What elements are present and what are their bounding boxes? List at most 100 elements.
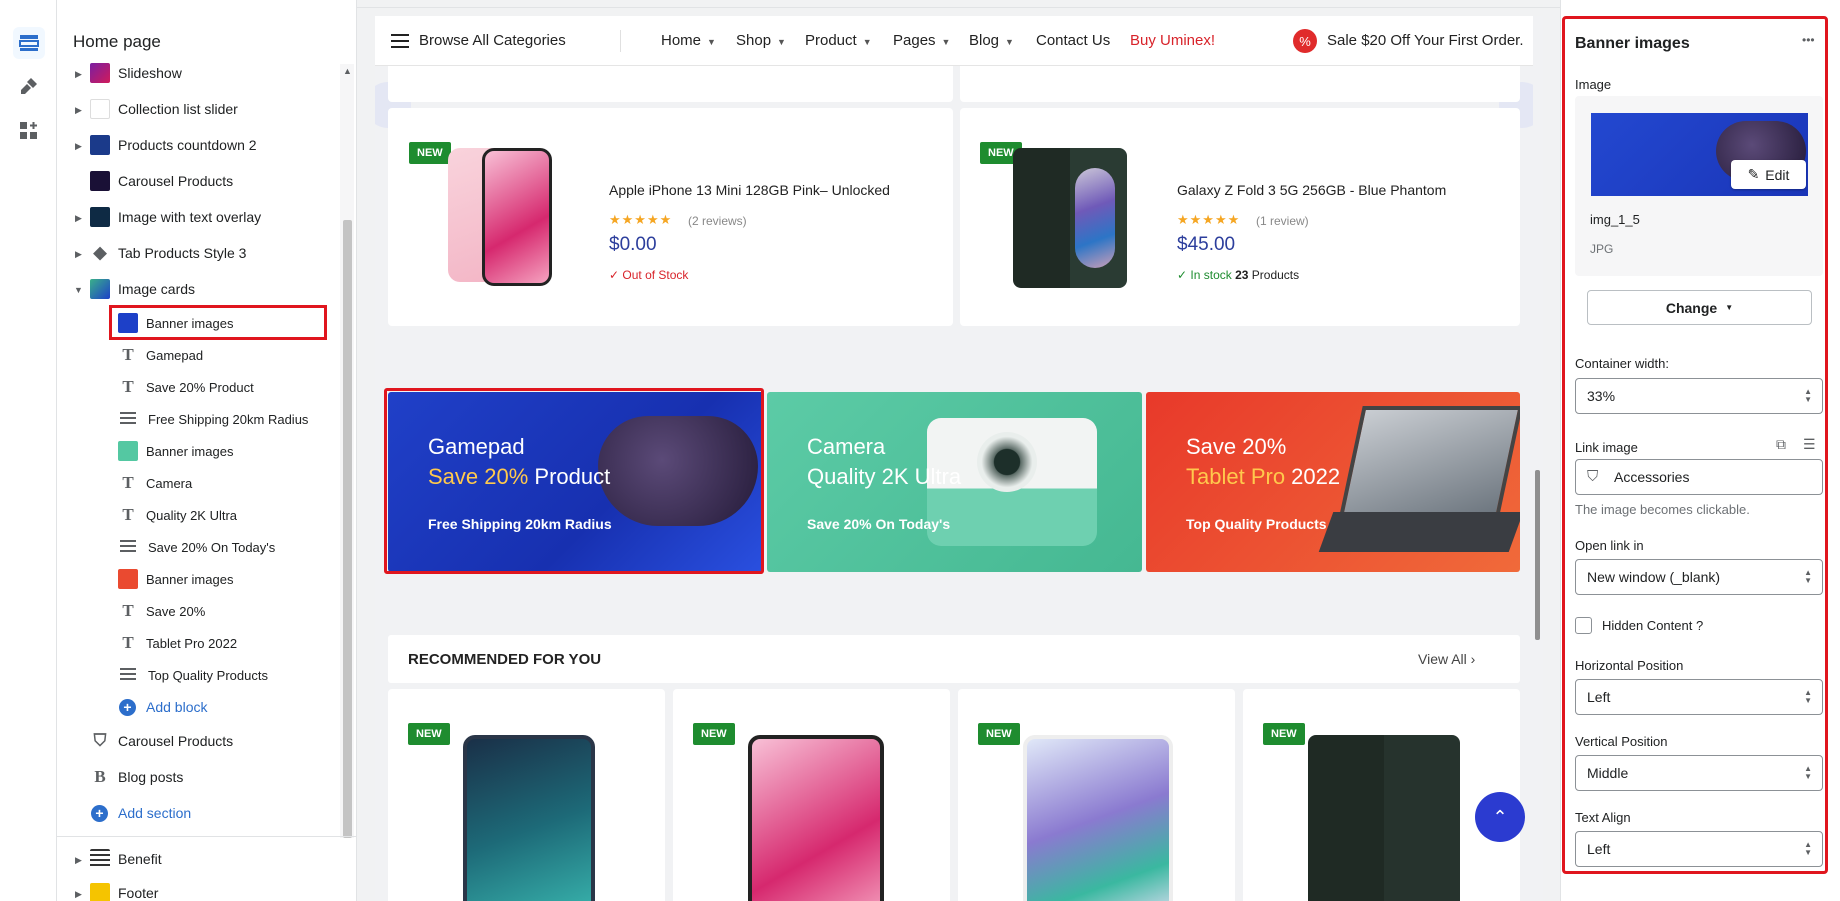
browse-categories-link[interactable]: Browse All Categories — [419, 32, 566, 49]
block-banner-images-3[interactable]: Banner images — [118, 565, 233, 593]
container-width-select[interactable]: 33% ▲ ▼ — [1575, 378, 1823, 414]
product-price: $0.00 — [609, 234, 657, 255]
product-card[interactable]: NEW — [958, 689, 1235, 901]
product-card[interactable]: NEW Galaxy Z Fold 3 5G 256GB - Blue Phan… — [960, 108, 1520, 326]
stock-suffix: Products — [1248, 268, 1300, 282]
product-title[interactable]: Apple iPhone 13 Mini 128GB Pink– Unlocke… — [609, 182, 890, 198]
block-label: Quality 2K Ultra — [146, 507, 238, 523]
section-carousel-products-2[interactable]: ⛉ Carousel Products — [90, 727, 234, 755]
nav-home[interactable]: Home ▼ — [661, 32, 716, 49]
banner-tablet[interactable]: Save 20% Tablet Pro 2022 Top Quality Pro… — [1146, 392, 1520, 572]
text-align-select[interactable]: Left ▲ ▼ — [1575, 831, 1823, 867]
collapse-caret-icon[interactable]: ▼ — [74, 285, 83, 295]
page-title: Home page — [73, 32, 161, 51]
product-card[interactable]: NEW Apple iPhone 13 Mini 128GB Pink– Unl… — [388, 108, 953, 326]
file-type: JPG — [1590, 242, 1614, 256]
block-paragraph-save-today[interactable]: Save 20% On Today's — [118, 533, 275, 561]
link-image-label: Link image — [1575, 440, 1638, 455]
plus-circle-icon: + — [119, 698, 136, 716]
nav-buy-uminex[interactable]: Buy Uminex! — [1130, 32, 1215, 49]
selected-banner-highlight — [384, 388, 764, 574]
chevron-down-icon: ▼ — [862, 37, 872, 47]
preview-scrollbar[interactable] — [1533, 16, 1543, 901]
change-image-button[interactable]: Change ▼ — [1587, 290, 1812, 325]
more-actions-icon[interactable]: ••• — [1802, 33, 1815, 47]
block-text-gamepad[interactable]: T Gamepad — [118, 341, 203, 369]
banner-title: Camera — [807, 434, 886, 459]
expand-caret-icon[interactable]: ▶ — [75, 141, 82, 152]
section-benefit[interactable]: Benefit — [90, 845, 162, 873]
nav-shop[interactable]: Shop ▼ — [736, 32, 786, 49]
banner-camera[interactable]: Camera Quality 2K Ultra Save 20% On Toda… — [767, 392, 1142, 572]
add-block-button[interactable]: + Add block — [119, 693, 207, 721]
block-banner-images-2[interactable]: Banner images — [118, 437, 233, 465]
nav-product[interactable]: Product ▼ — [805, 32, 872, 49]
hamburger-icon[interactable] — [391, 34, 409, 52]
nav-contact[interactable]: Contact Us — [1036, 32, 1110, 49]
text-align-label: Text Align — [1575, 810, 1631, 825]
nav-home-label: Home — [661, 32, 702, 49]
block-paragraph-top-quality[interactable]: Top Quality Products — [118, 661, 268, 689]
block-text-quality[interactable]: T Quality 2K Ultra — [118, 501, 237, 529]
nav-shop-label: Shop — [736, 32, 772, 49]
sale-text[interactable]: Sale $20 Off Your First Order. — [1327, 32, 1524, 49]
expand-caret-icon[interactable]: ▶ — [75, 249, 82, 260]
galaxy-fold-wallpaper — [1075, 168, 1115, 268]
scroll-up-icon[interactable]: ▲ — [343, 66, 352, 76]
block-text-save-product[interactable]: T Save 20% Product — [118, 373, 253, 401]
block-text-tablet[interactable]: T Tablet Pro 2022 — [118, 629, 237, 657]
product-card[interactable]: NEW — [1243, 689, 1520, 901]
expand-caret-icon[interactable]: ▶ — [75, 889, 82, 900]
sections-icon[interactable] — [13, 27, 45, 59]
block-text-camera[interactable]: T Camera — [118, 469, 192, 497]
section-footer[interactable]: Footer — [90, 879, 158, 901]
block-text-save-20[interactable]: T Save 20% — [118, 597, 205, 625]
block-label: Save 20% On Today's — [148, 539, 276, 555]
section-carousel-products[interactable]: Carousel Products — [90, 167, 233, 195]
section-label: Footer — [118, 885, 159, 901]
stock-count: 23 — [1235, 268, 1249, 282]
block-label: Save 20% — [146, 603, 206, 619]
text-icon: T — [122, 377, 134, 396]
vertical-position-select[interactable]: Middle ▲ ▼ — [1575, 755, 1823, 791]
nav-pages[interactable]: Pages ▼ — [893, 32, 950, 49]
preview-scrollbar-thumb[interactable] — [1535, 470, 1540, 640]
section-tab-products[interactable]: ◆ Tab Products Style 3 — [90, 239, 246, 267]
nav-pages-label: Pages — [893, 32, 936, 49]
expand-caret-icon[interactable]: ▶ — [75, 69, 82, 80]
edit-image-button[interactable]: ✎ Edit — [1731, 160, 1806, 189]
product-card[interactable]: NEW — [388, 689, 665, 901]
dynamic-source-icon[interactable]: ☰ — [1803, 436, 1816, 453]
expand-caret-icon[interactable]: ▶ — [75, 213, 82, 224]
block-paragraph-free-shipping[interactable]: Free Shipping 20km Radius — [118, 405, 308, 433]
section-image-cards[interactable]: Image cards — [90, 275, 195, 303]
nav-blog[interactable]: Blog ▼ — [969, 32, 1014, 49]
product-title[interactable]: Galaxy Z Fold 3 5G 256GB - Blue Phantom — [1177, 182, 1446, 198]
section-slideshow[interactable]: Slideshow — [90, 59, 182, 87]
horizontal-position-select[interactable]: Left ▲ ▼ — [1575, 679, 1823, 715]
section-label: Tab Products Style 3 — [118, 245, 247, 261]
apps-icon[interactable] — [13, 115, 45, 147]
hidden-content-checkbox[interactable] — [1575, 617, 1592, 634]
text-icon: T — [122, 633, 134, 652]
rating-stars: ★★★★★ — [1177, 212, 1241, 227]
open-link-select[interactable]: New window (_blank) ▲ ▼ — [1575, 559, 1823, 595]
view-all-link[interactable]: View All › — [1418, 651, 1475, 667]
open-link-label: Open link in — [1575, 538, 1644, 553]
section-collection-list-slider[interactable]: Collection list slider — [90, 95, 238, 123]
add-section-button[interactable]: + Add section — [91, 799, 191, 827]
sidebar-scrollbar-thumb[interactable] — [343, 220, 352, 838]
product-card[interactable]: NEW — [673, 689, 950, 901]
external-link-icon[interactable]: ⧉ — [1776, 436, 1786, 453]
section-thumbnail — [90, 207, 110, 227]
expand-caret-icon[interactable]: ▶ — [75, 105, 82, 116]
section-products-countdown[interactable]: Products countdown 2 — [90, 131, 257, 159]
section-image-with-text-overlay[interactable]: Image with text overlay — [90, 203, 261, 231]
link-input[interactable]: ⛉ Accessories — [1575, 459, 1823, 495]
collection-icon: ⛉ — [1587, 468, 1599, 485]
recommended-header: RECOMMENDED FOR YOU View All › — [388, 635, 1520, 683]
theme-settings-brush-icon[interactable] — [13, 70, 45, 102]
expand-caret-icon[interactable]: ▶ — [75, 855, 82, 866]
section-blog-posts[interactable]: B Blog posts — [90, 763, 183, 791]
scroll-to-top-icon[interactable]: ⌃ — [1475, 792, 1525, 842]
